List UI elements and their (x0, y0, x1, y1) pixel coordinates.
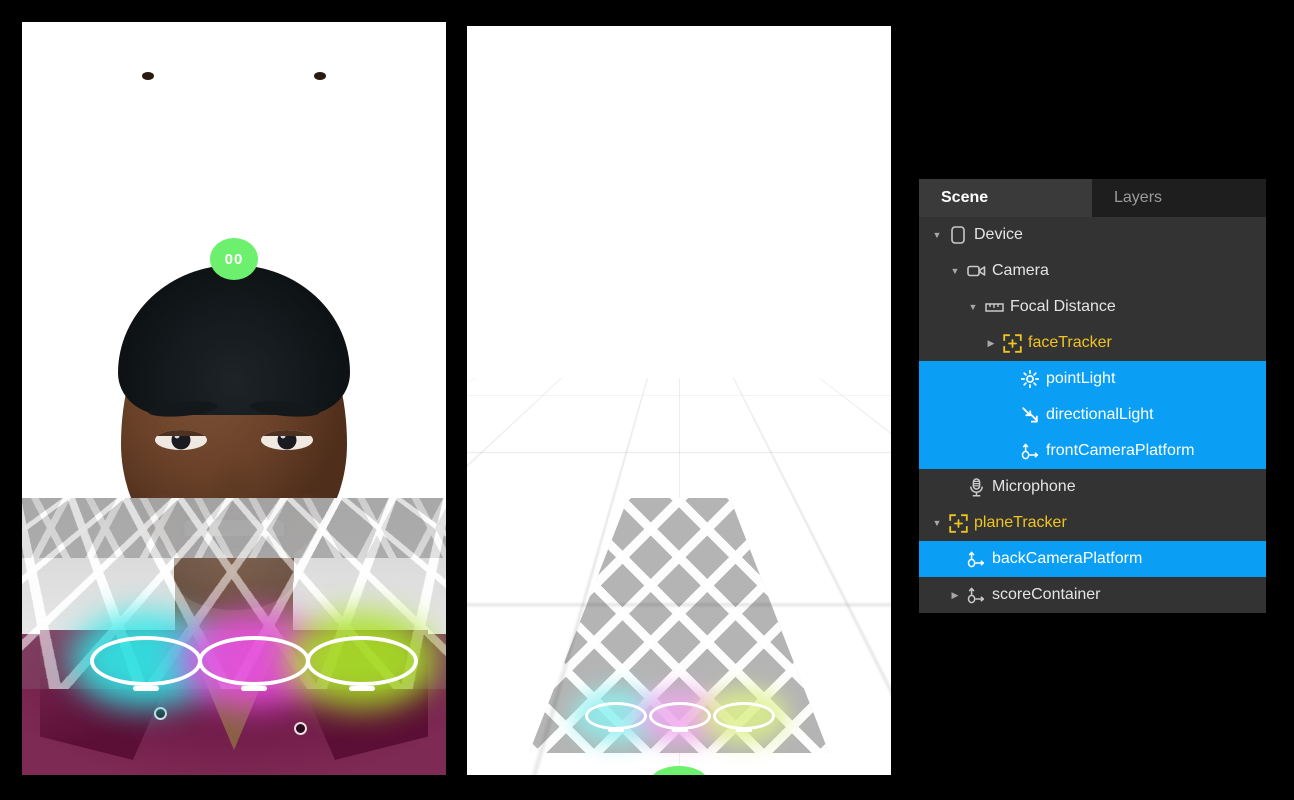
chevron-down-icon[interactable] (965, 302, 981, 312)
tab-scene-label: Scene (941, 189, 988, 207)
front-camera-preview[interactable]: 00 (22, 22, 446, 775)
ring-magenta (198, 636, 310, 686)
ruler-icon (981, 302, 1007, 313)
chevron-down-icon[interactable] (929, 518, 945, 528)
shirt-button-left (154, 707, 167, 720)
tree-item-scorecontainer[interactable]: scoreContainer (919, 577, 1266, 613)
3d-scene-viewport[interactable]: 00 (467, 26, 891, 775)
tree-item-label: Microphone (989, 478, 1076, 496)
tree-item-camera[interactable]: Camera (919, 253, 1266, 289)
target-rings-front (70, 622, 430, 702)
scene-tree: Device Camera Focal Distance faceTracker poi… (919, 217, 1266, 613)
tab-scene[interactable]: Scene (919, 179, 1092, 217)
tree-item-label: pointLight (1043, 370, 1115, 388)
scene-panel: Scene Layers Device Camera Focal Distance f… (919, 179, 1266, 613)
tree-item-label: backCameraPlatform (989, 550, 1142, 568)
tree-item-facetracker[interactable]: faceTracker (919, 325, 1266, 361)
tree-item-label: planeTracker (971, 514, 1067, 532)
tree-item-planetracker[interactable]: planeTracker (919, 505, 1266, 541)
ar-platform-near (22, 498, 446, 558)
camera-icon (963, 264, 989, 278)
ring-cyan (585, 702, 647, 730)
chevron-right-icon[interactable] (983, 338, 999, 349)
tree-item-backcameraplatform[interactable]: backCameraPlatform (919, 541, 1266, 577)
null-object-icon (963, 586, 989, 605)
nostril-left (142, 72, 154, 80)
eyelid-left (155, 430, 207, 436)
tab-layers[interactable]: Layers (1092, 179, 1266, 217)
tree-item-pointlight[interactable]: pointLight (919, 361, 1266, 397)
tree-item-device[interactable]: Device (919, 217, 1266, 253)
null-object-icon (963, 550, 989, 569)
chevron-down-icon[interactable] (929, 230, 945, 240)
tab-layers-label: Layers (1114, 189, 1162, 207)
ring-cyan (90, 636, 202, 686)
tree-item-label: faceTracker (1025, 334, 1112, 352)
tree-item-label: frontCameraPlatform (1043, 442, 1195, 460)
chevron-down-icon[interactable] (947, 266, 963, 276)
tree-item-focal-distance[interactable]: Focal Distance (919, 289, 1266, 325)
tree-item-label: Focal Distance (1007, 298, 1116, 316)
app-root: 00 00 Scene Layers DeviceCameraFocal (0, 0, 1294, 800)
tree-item-microphone[interactable]: Microphone (919, 469, 1266, 505)
target-rings-back (581, 694, 777, 742)
eyelid-right (261, 430, 313, 436)
plane-tracker-icon (945, 514, 971, 533)
shirt-button-right (294, 722, 307, 735)
tree-item-frontcameraplatform[interactable]: frontCameraPlatform (919, 433, 1266, 469)
nostril-right (314, 72, 326, 80)
ring-lime (306, 636, 418, 686)
null-object-icon (1017, 442, 1043, 461)
device-icon (945, 226, 971, 244)
chevron-right-icon[interactable] (947, 590, 963, 601)
ring-lime (713, 702, 775, 730)
ground-grid (467, 124, 891, 378)
tree-item-label: Camera (989, 262, 1049, 280)
score-badge-front: 00 (210, 238, 258, 280)
microphone-icon (963, 478, 989, 497)
point-light-icon (1017, 370, 1043, 388)
eye-right (261, 430, 313, 450)
tree-item-directionallight[interactable]: directionalLight (919, 397, 1266, 433)
face-tracker-icon (999, 334, 1025, 353)
tree-item-label: scoreContainer (989, 586, 1101, 604)
panel-tabs: Scene Layers (919, 179, 1266, 217)
ring-magenta (649, 702, 711, 730)
hair (118, 265, 350, 415)
directional-light-icon (1017, 406, 1043, 424)
tree-item-label: directionalLight (1043, 406, 1154, 424)
tree-item-label: Device (971, 226, 1023, 244)
eye-left (155, 430, 207, 450)
